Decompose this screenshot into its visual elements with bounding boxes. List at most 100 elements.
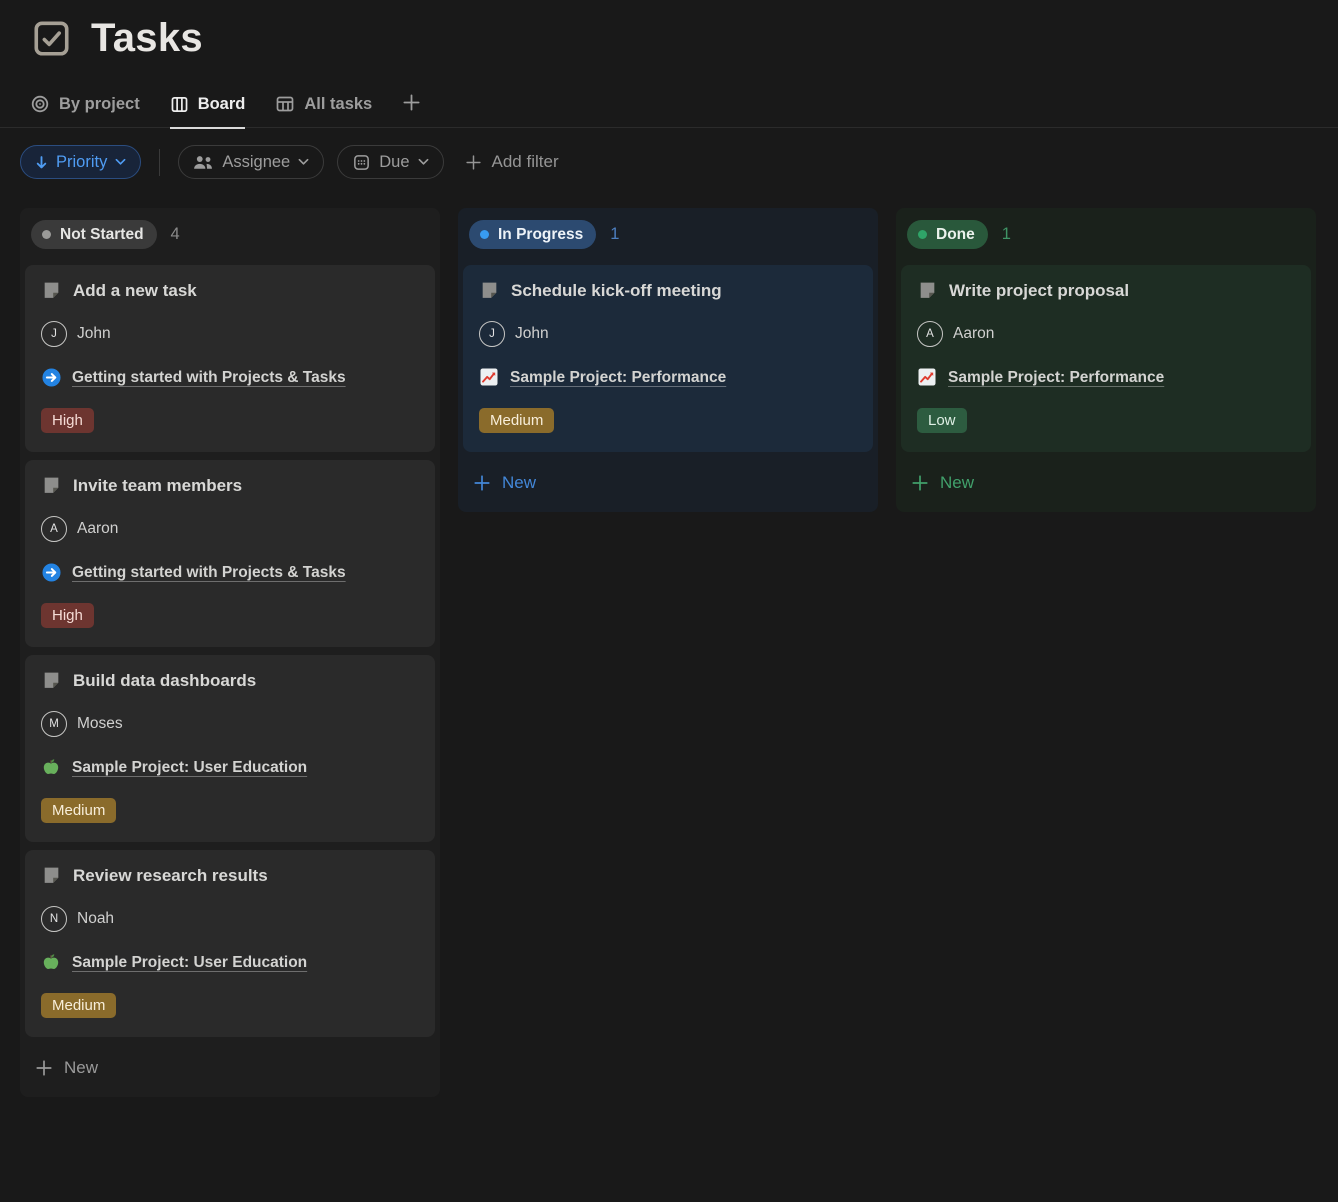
assignee-row: J John xyxy=(479,321,857,347)
card-title-row: Invite team members xyxy=(41,475,419,496)
tag-row: Medium xyxy=(41,778,419,823)
new-card-label: New xyxy=(64,1058,98,1078)
column-count: 1 xyxy=(610,225,619,244)
add-view-button[interactable] xyxy=(402,93,421,127)
assignee-name: Moses xyxy=(77,715,123,733)
page-icon xyxy=(41,475,62,496)
tab-board[interactable]: Board xyxy=(170,95,246,129)
task-card[interactable]: Schedule kick-off meeting J John Sample … xyxy=(463,265,873,452)
plus-icon xyxy=(465,154,482,171)
card-title-row: Write project proposal xyxy=(917,280,1295,301)
tag-row: Medium xyxy=(41,973,419,1018)
card-title: Add a new task xyxy=(73,281,197,301)
card-title: Write project proposal xyxy=(949,281,1129,301)
assignee-row: A Aaron xyxy=(917,321,1295,347)
tab-label: By project xyxy=(59,95,140,114)
project-row: Sample Project: User Education xyxy=(41,757,419,778)
table-icon xyxy=(275,94,295,114)
column-count: 1 xyxy=(1002,225,1011,244)
new-card-label: New xyxy=(502,473,536,493)
column-status-pill[interactable]: Not Started xyxy=(31,220,157,249)
card-list: Add a new task J John Getting started wi… xyxy=(25,265,435,1037)
project-row: Getting started with Projects & Tasks xyxy=(41,367,419,388)
tab-all-tasks[interactable]: All tasks xyxy=(275,94,372,127)
filter-bar: Priority Assignee Due Add filter xyxy=(20,145,1338,179)
tag-row: High xyxy=(41,388,419,433)
project-row: Getting started with Projects & Tasks xyxy=(41,562,419,583)
plus-icon xyxy=(911,474,929,492)
project-link[interactable]: Sample Project: User Education xyxy=(72,759,307,777)
column-status-pill[interactable]: Done xyxy=(907,220,988,249)
arrow-circle-icon xyxy=(41,562,62,583)
chevron-down-icon xyxy=(115,158,126,166)
avatar: A xyxy=(41,516,67,542)
card-title: Review research results xyxy=(73,866,268,886)
assignee-row: J John xyxy=(41,321,419,347)
project-link[interactable]: Getting started with Projects & Tasks xyxy=(72,369,346,387)
task-card[interactable]: Invite team members A Aaron Getting star… xyxy=(25,460,435,647)
due-filter-button[interactable]: Due xyxy=(337,145,443,179)
project-link[interactable]: Getting started with Projects & Tasks xyxy=(72,564,346,582)
status-dot-icon xyxy=(42,230,51,239)
arrow-circle-icon xyxy=(41,367,62,388)
add-filter-label: Add filter xyxy=(492,152,559,172)
column-status-label: Done xyxy=(936,226,975,244)
tab-by-project[interactable]: By project xyxy=(30,94,140,127)
assignee-name: John xyxy=(77,325,111,343)
priority-tag: High xyxy=(41,408,94,433)
column-status-pill[interactable]: In Progress xyxy=(469,220,596,249)
board-column: Not Started 4 Add a new task J John Gett… xyxy=(20,208,440,1097)
card-title: Invite team members xyxy=(73,476,242,496)
task-card[interactable]: Add a new task J John Getting started wi… xyxy=(25,265,435,452)
project-link[interactable]: Sample Project: Performance xyxy=(948,369,1164,387)
task-card[interactable]: Build data dashboards M Moses Sample Pro… xyxy=(25,655,435,842)
priority-tag: Medium xyxy=(41,993,116,1018)
column-count: 4 xyxy=(171,225,180,244)
apple-icon xyxy=(41,952,62,973)
calendar-icon xyxy=(352,153,371,172)
avatar: J xyxy=(479,321,505,347)
column-header: Not Started 4 xyxy=(25,220,435,249)
tag-row: High xyxy=(41,583,419,628)
plus-icon xyxy=(35,1059,53,1077)
avatar: A xyxy=(917,321,943,347)
kanban-board: Not Started 4 Add a new task J John Gett… xyxy=(0,208,1338,1097)
avatar: N xyxy=(41,906,67,932)
assignee-name: Aaron xyxy=(77,520,118,538)
task-card[interactable]: Write project proposal A Aaron Sample Pr… xyxy=(901,265,1311,452)
new-card-button[interactable]: New xyxy=(25,1043,435,1091)
assignee-filter-label: Assignee xyxy=(222,153,290,172)
chevron-down-icon xyxy=(298,158,309,166)
column-status-label: Not Started xyxy=(60,226,144,244)
project-link[interactable]: Sample Project: User Education xyxy=(72,954,307,972)
project-link[interactable]: Sample Project: Performance xyxy=(510,369,726,387)
card-title-row: Build data dashboards xyxy=(41,670,419,691)
assignee-name: Noah xyxy=(77,910,114,928)
new-card-label: New xyxy=(940,473,974,493)
board-column: In Progress 1 Schedule kick-off meeting … xyxy=(458,208,878,512)
assignee-row: M Moses xyxy=(41,711,419,737)
tab-label: Board xyxy=(198,95,246,114)
card-title-row: Review research results xyxy=(41,865,419,886)
assignee-filter-button[interactable]: Assignee xyxy=(178,145,324,179)
plus-icon xyxy=(402,93,421,112)
priority-tag: Medium xyxy=(41,798,116,823)
task-card[interactable]: Review research results N Noah Sample Pr… xyxy=(25,850,435,1037)
assignee-row: A Aaron xyxy=(41,516,419,542)
due-filter-label: Due xyxy=(379,153,409,172)
chart-increasing-icon xyxy=(917,367,938,388)
new-card-button[interactable]: New xyxy=(463,458,873,506)
new-card-button[interactable]: New xyxy=(901,458,1311,506)
card-list: Write project proposal A Aaron Sample Pr… xyxy=(901,265,1311,452)
view-tabs: By project Board All tasks xyxy=(0,93,1338,128)
people-icon xyxy=(193,155,214,170)
status-dot-icon xyxy=(918,230,927,239)
column-header: In Progress 1 xyxy=(463,220,873,249)
card-list: Schedule kick-off meeting J John Sample … xyxy=(463,265,873,452)
add-filter-button[interactable]: Add filter xyxy=(465,152,559,172)
sort-priority-button[interactable]: Priority xyxy=(20,145,141,179)
plus-icon xyxy=(473,474,491,492)
column-status-label: In Progress xyxy=(498,226,583,244)
avatar: M xyxy=(41,711,67,737)
assignee-name: John xyxy=(515,325,549,343)
